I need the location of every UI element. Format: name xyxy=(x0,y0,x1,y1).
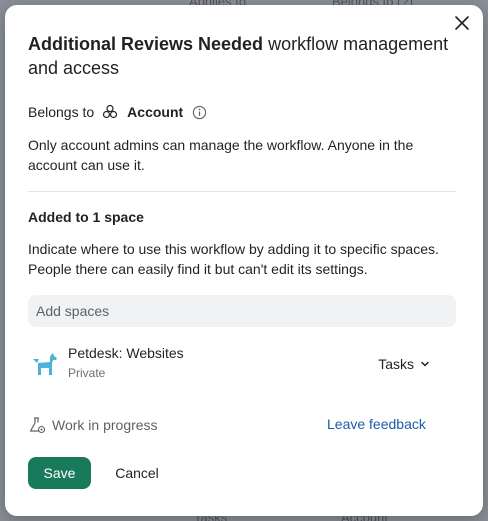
belongs-to-value: Account xyxy=(127,104,184,120)
section-divider xyxy=(28,191,456,192)
space-role-dropdown[interactable]: Tasks xyxy=(378,356,430,372)
work-in-progress-label: Work in progress xyxy=(52,417,158,433)
work-in-progress-note: Work in progress xyxy=(28,416,158,434)
add-spaces-input[interactable] xyxy=(28,295,456,327)
belongs-to-label: Belongs to xyxy=(28,104,95,120)
space-name: Petdesk: Websites xyxy=(68,345,184,361)
close-icon[interactable] xyxy=(453,14,471,32)
dialog-title: Additional Reviews Needed workflow manag… xyxy=(28,32,458,80)
flask-icon xyxy=(29,417,46,434)
workflow-name: Additional Reviews Needed xyxy=(28,34,264,54)
workflow-access-dialog: Additional Reviews Needed workflow manag… xyxy=(5,5,483,516)
belongs-to-description: Only account admins can manage the workf… xyxy=(28,137,414,173)
space-visibility: Private xyxy=(68,366,106,380)
cancel-button[interactable]: Cancel xyxy=(101,457,173,489)
spaces-section-title: Added to 1 space xyxy=(28,209,144,225)
belongs-to-row: Belongs to Account xyxy=(28,103,207,121)
save-button[interactable]: Save xyxy=(28,457,91,489)
leave-feedback-link[interactable]: Leave feedback xyxy=(327,416,426,432)
info-icon[interactable] xyxy=(192,105,207,120)
space-role-value: Tasks xyxy=(378,356,414,372)
spaces-description: Indicate where to use this workflow by a… xyxy=(28,241,439,277)
space-list-item: Petdesk: Websites Private Tasks xyxy=(28,343,456,387)
chevron-down-icon xyxy=(421,361,429,367)
account-icon xyxy=(103,104,118,119)
dog-icon xyxy=(33,353,57,375)
